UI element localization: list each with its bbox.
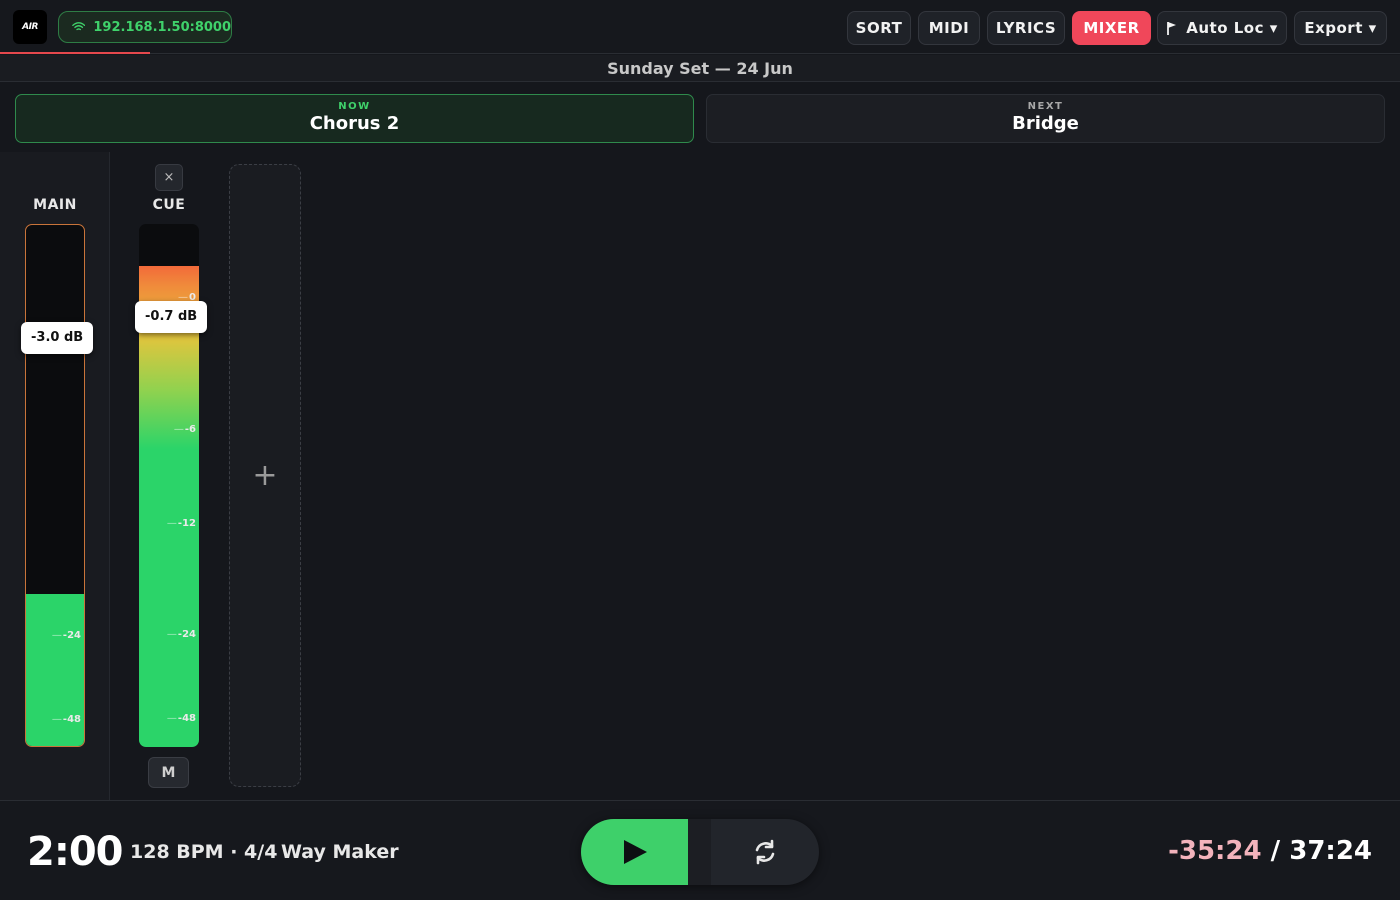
main-db-readout[interactable]: -3.0 dB — [21, 322, 94, 354]
cue-tick-24: -24 — [167, 629, 196, 640]
now-section-card[interactable]: NOW Chorus 2 — [15, 94, 694, 143]
next-section-card[interactable]: NEXT Bridge — [706, 94, 1385, 143]
total-time: 37:24 — [1289, 836, 1372, 866]
flag-icon — [1167, 21, 1177, 35]
cue-db-readout[interactable]: -0.7 dB — [135, 301, 208, 333]
main-tick-24: -24 — [52, 630, 81, 641]
cue-label: CUE — [152, 197, 186, 213]
auto-loc-dropdown[interactable]: Auto Loc ▾ — [1157, 11, 1287, 45]
song-clock: -35:24 / 37:24 — [1168, 836, 1372, 866]
next-section-name: Bridge — [1012, 113, 1079, 134]
cue-level-meter — [139, 266, 199, 747]
cue-tick-12: -12 — [167, 518, 196, 529]
export-dropdown[interactable]: Export ▾ — [1294, 11, 1387, 45]
cue-tick-6: -6 — [174, 424, 196, 435]
clock-separator: / — [1261, 836, 1290, 866]
main-label: MAIN — [33, 197, 77, 213]
loop-icon — [755, 839, 775, 865]
auto-loc-label: Auto Loc ▾ — [1186, 19, 1278, 37]
top-bar: AIR 192.168.1.50:8000 SORT MIDI LYRICS M… — [0, 0, 1400, 54]
song-title: Way Maker — [281, 841, 399, 863]
connection-status[interactable]: 192.168.1.50:8000 — [58, 11, 232, 43]
load-progress — [0, 52, 150, 54]
play-button[interactable] — [581, 819, 688, 885]
transport-controls — [581, 819, 819, 885]
main-tick-48: -48 — [52, 714, 81, 725]
cue-tick-48: -48 — [167, 713, 196, 724]
wifi-icon — [72, 22, 86, 31]
add-channel-button[interactable]: + — [229, 164, 301, 787]
tempo-readout: 128 BPM · 4/4 — [130, 841, 278, 863]
mixer-panel: MAIN -24 -48 -3.0 dB × CUE 0 -6 -12 -24 … — [0, 152, 1400, 800]
cue-mute-button[interactable]: M — [148, 757, 189, 788]
setlist-title: Sunday Set — 24 Jun — [0, 55, 1400, 82]
transport-bar: 2:00 128 BPM · 4/4 Way Maker -35:24 / 37… — [0, 800, 1400, 900]
app-logo: AIR — [13, 10, 47, 44]
cue-close-button[interactable]: × — [155, 164, 183, 191]
remaining-time: -35:24 — [1168, 836, 1262, 866]
play-icon — [623, 840, 647, 864]
mixer-button[interactable]: MIXER — [1072, 11, 1151, 45]
main-channel-strip: MAIN -24 -48 -3.0 dB — [0, 152, 110, 800]
now-section-name: Chorus 2 — [309, 113, 400, 134]
now-caption: NOW — [338, 101, 371, 112]
transport-divider — [688, 819, 711, 885]
sort-button[interactable]: SORT — [847, 11, 911, 45]
elapsed-time: 2:00 — [27, 829, 123, 875]
midi-button[interactable]: MIDI — [918, 11, 980, 45]
loop-button[interactable] — [711, 819, 819, 885]
connection-address: 192.168.1.50:8000 — [93, 19, 231, 35]
lyrics-button[interactable]: LYRICS — [987, 11, 1065, 45]
main-fader[interactable]: -24 -48 — [25, 224, 85, 747]
next-caption: NEXT — [1027, 101, 1064, 112]
